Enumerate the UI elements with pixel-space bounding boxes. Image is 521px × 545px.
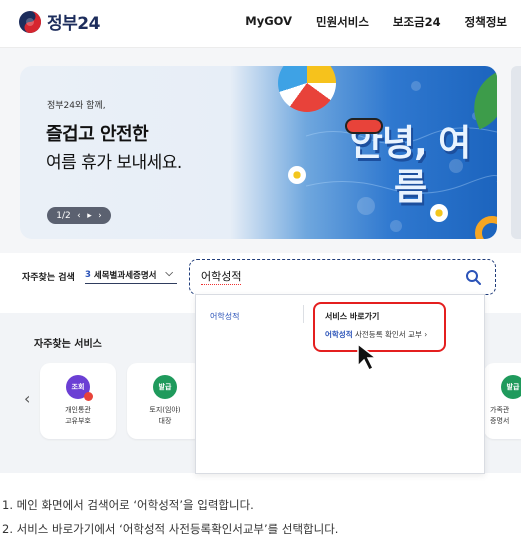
service-label: 가족관 증명서 [490,405,521,427]
instruction-step-1: 1. 메인 화면에서 검색어로 ‘어학성적’을 입력합니다. [2,498,254,512]
sunglasses-illustration [345,118,383,134]
service-badge: 발급 [158,383,172,391]
service-label-line1: 가족관 [490,406,510,414]
instruction-step-2: 2. 서비스 바로가기에서 ‘어학성적 사전등록확인서교부’를 선택합니다. [2,522,339,536]
frequent-search-value: 세목별과세증명서 [93,270,157,281]
service-label-line2: 증명서 [490,417,510,425]
top-header: 정부24 MyGOV 민원서비스 보조금24 정책정보 [0,0,521,48]
shortcut-link-highlight: 어학성적 [325,330,353,339]
mouse-pointer-icon [357,342,379,372]
autocomplete-suggestion[interactable]: 어학성적 [210,311,239,322]
chevron-down-icon: ⌵ [165,268,173,279]
service-label: 개인통관 고유부호 [42,405,114,427]
shortcut-title: 서비스 바로가기 [325,312,380,321]
favorite-heart-icon [84,392,93,401]
nav-mygov[interactable]: MyGOV [245,14,292,30]
service-badge: 조회 [71,383,85,391]
search-autocomplete-dropdown: 어학성적 서비스 바로가기 어학성적 사전등록 확인서 교부 › [195,294,485,474]
inquiry-badge-icon: 조회 [66,375,93,401]
issue-badge-icon: 발급 [153,375,177,399]
frequent-search-label: 자주찾는 검색 [22,273,75,283]
services-title: 자주찾는 서비스 [34,339,102,350]
slide-prev-icon[interactable]: ‹ [77,211,81,221]
service-label-line2: 고유부호 [65,417,91,425]
shortcut-link-text: 사전등록 확인서 교부 › [352,330,428,339]
main-banner[interactable]: 안녕, 여름 정부24와 함께, 즐겁고 안전한 여름 휴가 보내세요. 1/2… [20,66,497,239]
issue-badge-icon: 발급 [501,375,521,399]
search-icon[interactable] [465,269,481,285]
banner-headline: 즐겁고 안전한 [46,124,149,145]
banner-eyebrow: 정부24와 함께, [47,101,106,111]
service-label-line2: 대장 [158,417,172,425]
banner-section: 안녕, 여름 정부24와 함께, 즐겁고 안전한 여름 휴가 보내세요. 1/2… [0,48,521,253]
next-banner-peek [511,66,521,239]
gov24-logo[interactable]: 정부24 [18,9,100,34]
nav-civil-service[interactable]: 민원서비스 [316,14,369,30]
chevron-left-icon[interactable]: ‹ [24,389,30,408]
service-card[interactable]: 발급 가족관 증명서 [484,363,521,439]
banner-artwork-text: 안녕, 여름 [349,123,472,208]
service-card[interactable]: 조회 개인통관 고유부호 [40,363,116,439]
service-badge: 발급 [506,383,520,391]
search-input-value[interactable]: 어학성적 [201,268,242,285]
nav-subsidy24[interactable]: 보조금24 [393,14,441,30]
logo-text: 정부24 [47,14,100,34]
search-input[interactable]: 어학성적 [189,259,496,295]
slide-page-indicator: 1/2 [56,210,71,221]
nav-policy-info[interactable]: 정책정보 [465,14,507,30]
service-label: 토지(임야) 대장 [129,405,201,427]
service-label-line1: 토지(임야) [149,406,181,414]
banner-slide-controls: 1/2 ‹ ▸ › [47,207,111,224]
slide-play-icon[interactable]: ▸ [87,211,92,221]
divider [303,305,304,323]
taegeuk-logo-icon [19,10,41,33]
service-card[interactable]: 발급 토지(임야) 대장 [127,363,203,439]
main-nav: MyGOV 민원서비스 보조금24 정책정보 [221,14,507,30]
banner-subline: 여름 휴가 보내세요. [46,153,182,173]
shortcut-link-language-score[interactable]: 어학성적 사전등록 확인서 교부 › [325,329,427,340]
flower-illustration [430,204,448,222]
service-label-line1: 개인통관 [65,406,91,414]
flower-illustration [288,166,306,184]
slide-next-icon[interactable]: › [98,211,102,221]
instruction-list: 1. 메인 화면에서 검색어로 ‘어학성적’을 입력합니다. 2. 서비스 바로… [0,495,521,543]
frequent-search-rank: 3 [85,269,91,280]
frequent-search-select[interactable]: 3 세목별과세증명서 ⌵ [85,266,177,284]
